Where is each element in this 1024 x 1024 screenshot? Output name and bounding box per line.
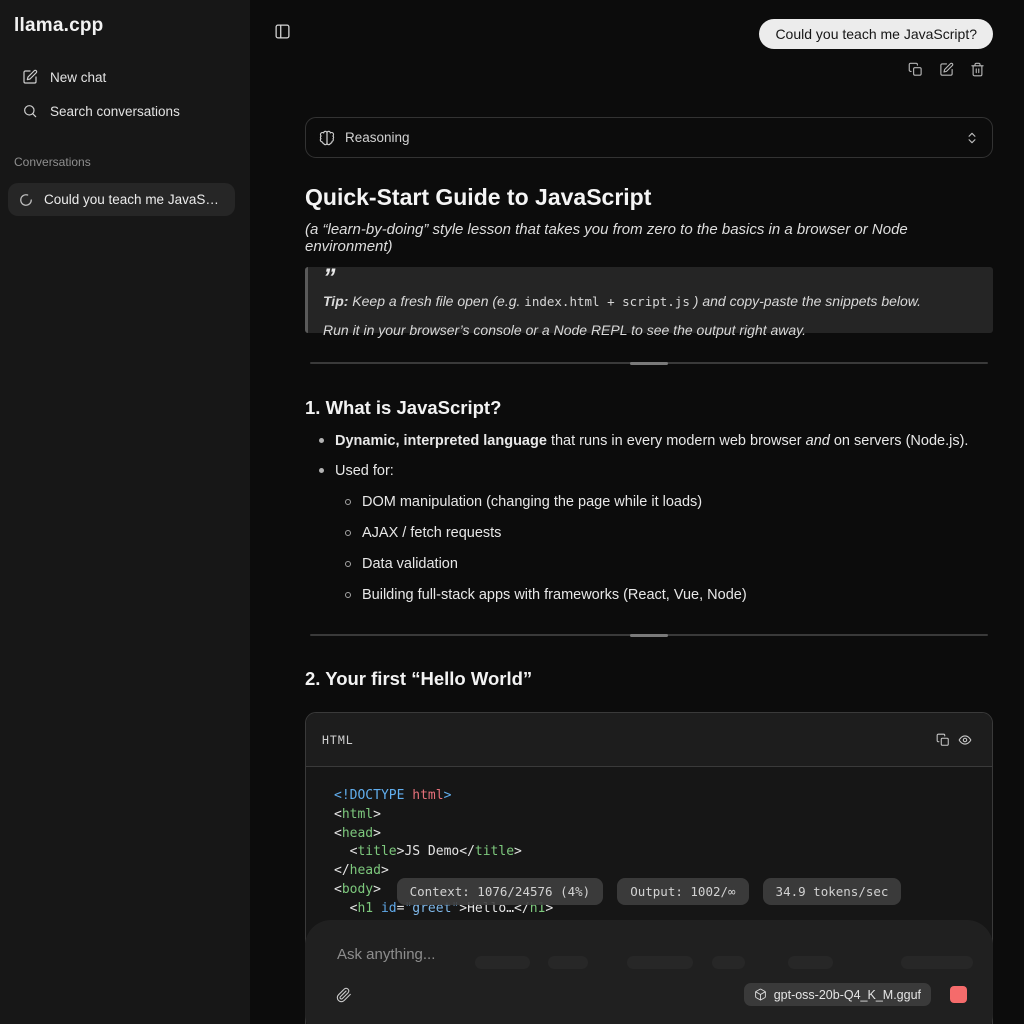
code-language-label: HTML (322, 733, 932, 747)
reasoning-label: Reasoning (345, 130, 955, 145)
copy-icon (908, 62, 923, 77)
section-1-heading: 1. What is JavaScript? (305, 397, 501, 419)
context-usage-badge: Context: 1076/24576 (4%) (397, 878, 604, 905)
paperclip-icon (336, 987, 352, 1003)
doc-title: Quick-Start Guide to JavaScript (305, 184, 651, 211)
list-item: Used for: (305, 461, 993, 481)
copy-code-button[interactable] (932, 729, 954, 751)
eye-icon (958, 733, 972, 747)
chevrons-up-down-icon (965, 131, 979, 145)
composer: gpt-oss-20b-Q4_K_M.gguf (305, 920, 993, 1024)
list-item: DOM manipulation (changing the page whil… (305, 492, 993, 512)
bullet-circle (345, 592, 351, 598)
user-message-bubble: Could you teach me JavaScript? (759, 19, 993, 49)
edit-icon (939, 62, 954, 77)
bullet-disc (319, 468, 324, 473)
message-actions (904, 58, 988, 80)
code-line: <html> (334, 806, 992, 825)
conversation-item-active[interactable]: Could you teach me JavaScript? (8, 183, 235, 216)
chat-content: Could you teach me JavaScript? Reasoning… (305, 0, 993, 1024)
code-block-header: HTML (306, 713, 992, 767)
edit-message-button[interactable] (935, 58, 957, 80)
list-item: Dynamic, interpreted language that runs … (305, 431, 993, 451)
bullet-disc (319, 438, 324, 443)
list-item: Building full-stack apps with frameworks… (305, 585, 993, 605)
new-chat-button[interactable]: New chat (8, 60, 242, 94)
generation-stats: Context: 1076/24576 (4%) Output: 1002/∞ … (305, 878, 993, 905)
brain-icon (319, 130, 335, 146)
doc-subtitle: (a “learn-by-doing” style lesson that ta… (305, 221, 993, 255)
copy-message-button[interactable] (904, 58, 926, 80)
list-item: AJAX / fetch requests (305, 523, 993, 543)
panel-left-icon (274, 23, 291, 40)
llama-cpp-webui: llama.cpp New chat Search conversations … (0, 0, 1024, 1024)
search-icon (22, 103, 38, 119)
inline-code: index.html + script.js (524, 294, 690, 309)
bullet-circle (345, 530, 351, 536)
tip-blockquote: ” Tip: Keep a fresh file open (e.g. inde… (305, 267, 993, 333)
square-pen-icon (22, 69, 38, 85)
spinner-icon (19, 193, 33, 207)
section-2-heading: 2. Your first “Hello World” (305, 668, 532, 690)
bullet-circle (345, 561, 351, 567)
code-line: <title>JS Demo</title> (334, 843, 992, 862)
search-conversations-label: Search conversations (50, 104, 180, 119)
search-conversations-button[interactable]: Search conversations (8, 94, 242, 128)
package-icon (754, 988, 767, 1001)
tip-line-1: Tip: Keep a fresh file open (e.g. index.… (323, 287, 975, 316)
preview-code-button[interactable] (954, 729, 976, 751)
message-input[interactable] (337, 946, 937, 986)
bullet-circle (345, 499, 351, 505)
list-item: Data validation (305, 554, 993, 574)
divider (310, 362, 988, 364)
reasoning-block[interactable]: Reasoning (305, 117, 993, 158)
code-line: <!DOCTYPE html> (334, 787, 992, 806)
new-chat-label: New chat (50, 70, 106, 85)
app-title: llama.cpp (14, 15, 103, 37)
token-speed-badge: 34.9 tokens/sec (763, 878, 902, 905)
user-message-row: Could you teach me JavaScript? (759, 19, 993, 49)
model-selector[interactable]: gpt-oss-20b-Q4_K_M.gguf (744, 983, 931, 1006)
section-1-bullets: Dynamic, interpreted language that runs … (305, 431, 993, 481)
attach-file-button[interactable] (331, 982, 357, 1008)
stop-generation-button[interactable] (950, 986, 967, 1003)
delete-message-button[interactable] (966, 58, 988, 80)
trash-icon (970, 62, 985, 77)
main-area: Could you teach me JavaScript? Reasoning… (250, 0, 1024, 1024)
divider (310, 634, 988, 636)
conversations-section-label: Conversations (14, 155, 91, 169)
code-line: <head> (334, 825, 992, 844)
conversation-title: Could you teach me JavaScript? (44, 192, 224, 207)
tip-line-2: Run it in your browser’s console or a No… (323, 316, 975, 344)
sidebar-toggle-button[interactable] (269, 18, 295, 44)
model-name: gpt-oss-20b-Q4_K_M.gguf (774, 988, 921, 1002)
output-tokens-badge: Output: 1002/∞ (617, 878, 748, 905)
sidebar: llama.cpp New chat Search conversations … (0, 0, 250, 1024)
section-1-sub-bullets: DOM manipulation (changing the page whil… (305, 492, 993, 605)
copy-icon (936, 733, 950, 747)
quote-mark: ” (323, 269, 975, 287)
